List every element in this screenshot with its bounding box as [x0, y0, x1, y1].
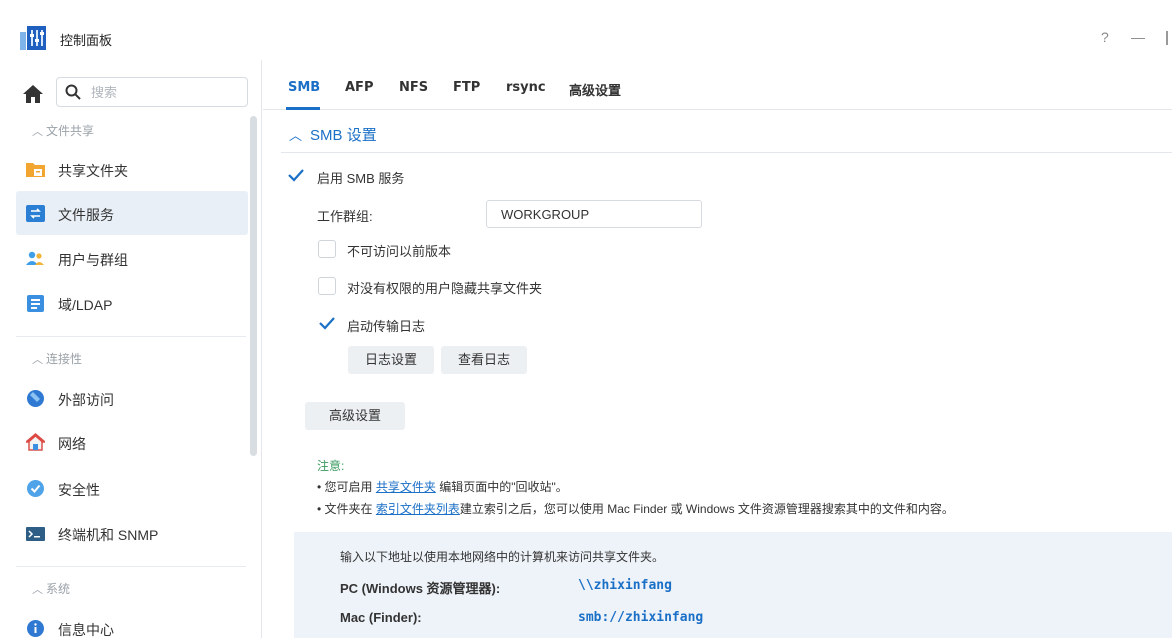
advanced-settings-button[interactable]: 高级设置 — [305, 402, 405, 430]
tab-ftp[interactable]: FTP — [453, 80, 480, 95]
view-logs-button[interactable]: 查看日志 — [441, 346, 527, 374]
pc-address-label: PC (Windows 资源管理器): — [340, 581, 501, 596]
transfer-log-label: 启动传输日志 — [347, 319, 426, 334]
sidebar-item-domain-ldap[interactable]: 域/LDAP — [16, 281, 248, 325]
section-connectivity[interactable]: ︿ 连接性 — [32, 350, 82, 366]
sidebar-item-label: 网络 — [58, 436, 86, 452]
sidebar: ︿文件共享 共享文件夹 文件服务 用户与群组 域/ — [0, 60, 262, 638]
search-input[interactable] — [91, 82, 241, 102]
external-access-icon — [27, 390, 44, 407]
minimize-button[interactable]: — — [1131, 29, 1145, 45]
note-line-recycle-bin: • 您可启用 共享文件夹 编辑页面中的"回收站"。 — [317, 480, 568, 494]
mac-address-value: smb://zhixinfang — [578, 610, 704, 625]
log-settings-button[interactable]: 日志设置 — [348, 346, 434, 374]
pc-address-value: \\zhixinfang — [578, 578, 672, 593]
sidebar-item-label: 共享文件夹 — [58, 163, 128, 179]
chevron-up-icon: ︿ — [32, 354, 43, 366]
sidebar-item-label: 终端机和 SNMP — [58, 527, 159, 543]
shared-folder-link[interactable]: 共享文件夹 — [376, 480, 436, 494]
search-icon — [65, 84, 81, 100]
sidebar-item-external-access[interactable]: 外部访问 — [16, 376, 248, 420]
sidebar-item-info-center[interactable]: 信息中心 — [16, 606, 248, 638]
main-panel: SMB AFP NFS FTP rsync 高级设置 ︿ SMB 设置 启用 SM… — [263, 60, 1172, 638]
sidebar-item-label: 用户与群组 — [58, 252, 128, 268]
chevron-up-icon: ︿ — [32, 584, 43, 596]
note-line-index: • 文件夹在 索引文件夹列表建立索引之后，您可以使用 Mac Finder 或 … — [317, 502, 954, 516]
section-divider — [281, 152, 1172, 153]
section-system[interactable]: ︿ 系统 — [32, 580, 70, 596]
note-title: 注意: — [317, 459, 345, 473]
index-folder-list-link[interactable]: 索引文件夹列表 — [376, 502, 460, 516]
access-intro: 输入以下地址以使用本地网络中的计算机来访问共享文件夹。 — [340, 550, 665, 564]
tab-afp[interactable]: AFP — [345, 80, 373, 95]
prev-versions-label: 不可访问以前版本 — [347, 244, 452, 259]
sidebar-item-security[interactable]: 安全性 — [16, 466, 248, 510]
tab-rsync[interactable]: rsync — [506, 80, 546, 95]
tab-advanced[interactable]: 高级设置 — [569, 80, 621, 99]
prev-versions-checkbox[interactable] — [318, 240, 336, 258]
sidebar-item-shared-folder[interactable]: 共享文件夹 — [16, 147, 248, 191]
sidebar-item-label: 信息中心 — [58, 622, 114, 638]
file-services-icon — [26, 205, 45, 222]
help-button[interactable]: ? — [1101, 29, 1109, 45]
window-title: 控制面板 — [60, 33, 113, 48]
sidebar-item-label: 安全性 — [58, 482, 100, 498]
sidebar-item-label: 外部访问 — [58, 392, 114, 408]
hide-shares-label: 对没有权限的用户隐藏共享文件夹 — [347, 281, 543, 296]
network-icon — [26, 433, 45, 451]
security-shield-icon — [27, 480, 44, 497]
enable-smb-checkbox[interactable] — [287, 166, 305, 184]
sidebar-scrollbar[interactable] — [250, 116, 257, 456]
section-file-sharing[interactable]: ︿ 文件共享 — [32, 122, 94, 138]
sidebar-item-label: 域/LDAP — [58, 297, 113, 313]
workgroup-input[interactable] — [486, 200, 702, 228]
hide-shares-checkbox[interactable] — [318, 277, 336, 295]
chevron-up-icon: ︿ — [32, 126, 43, 138]
tab-bar: SMB AFP NFS FTP rsync 高级设置 — [263, 60, 1172, 110]
sidebar-item-terminal-snmp[interactable]: 终端机和 SNMP — [16, 511, 248, 555]
active-tab-indicator — [286, 107, 320, 110]
terminal-icon — [26, 527, 45, 541]
domain-ldap-icon — [27, 295, 44, 312]
users-groups-icon — [26, 251, 44, 265]
shared-folder-icon — [26, 163, 45, 177]
info-center-icon — [27, 620, 44, 637]
control-panel-app-icon — [20, 26, 46, 50]
access-info-box: 输入以下地址以使用本地网络中的计算机来访问共享文件夹。 PC (Windows … — [294, 532, 1172, 638]
sidebar-divider — [16, 566, 246, 567]
sidebar-item-label: 文件服务 — [58, 207, 114, 223]
sidebar-item-network[interactable]: 网络 — [16, 420, 248, 464]
smb-section-title: SMB 设置 — [310, 127, 377, 144]
chevron-up-icon: ︿ — [289, 128, 303, 143]
sidebar-divider — [16, 336, 246, 337]
title-bar: 控制面板 ? — — [0, 0, 1172, 60]
transfer-log-checkbox[interactable] — [318, 314, 336, 332]
mac-address-label: Mac (Finder): — [340, 610, 422, 625]
workgroup-label: 工作群组: — [317, 209, 373, 224]
sidebar-item-file-services[interactable]: 文件服务 — [16, 191, 248, 235]
sidebar-item-users-groups[interactable]: 用户与群组 — [16, 236, 248, 280]
home-icon[interactable] — [22, 83, 44, 105]
enable-smb-label: 启用 SMB 服务 — [317, 171, 405, 186]
maximize-button[interactable] — [1166, 31, 1168, 45]
tab-smb[interactable]: SMB — [288, 80, 320, 95]
smb-section-header[interactable]: ︿ SMB 设置 — [289, 124, 377, 145]
tab-nfs[interactable]: NFS — [399, 80, 428, 95]
search-box[interactable] — [56, 77, 248, 107]
